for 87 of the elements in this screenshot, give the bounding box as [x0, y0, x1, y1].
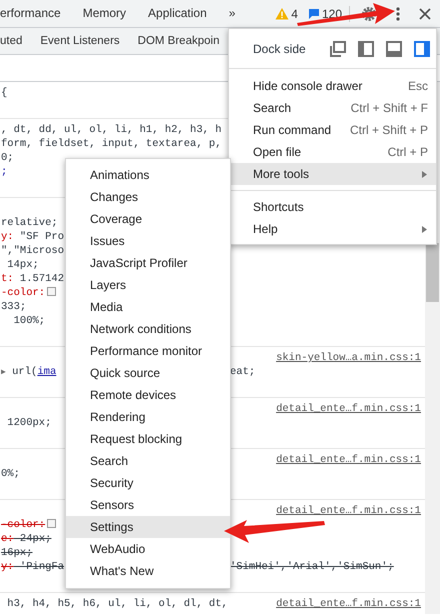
- code-text: ","Microso: [1, 245, 64, 257]
- menu-item[interactable]: Remote devices: [66, 384, 230, 406]
- shortcut-text: Esc: [408, 78, 428, 95]
- code-text: relative;: [1, 217, 58, 229]
- property-name: y:: [1, 231, 14, 243]
- menu-item[interactable]: Performance monitor: [66, 340, 230, 362]
- dock-undock-icon[interactable]: [330, 40, 346, 56]
- dock-left-icon[interactable]: [358, 40, 374, 56]
- menu-item[interactable]: Open file Ctrl + P: [229, 141, 436, 163]
- code-text: 100%;: [12, 315, 46, 327]
- code-text: 'SimHei','Arial','SimSun';: [230, 561, 394, 573]
- menu-item[interactable]: Settings: [66, 516, 230, 538]
- menu-item[interactable]: What's New: [66, 560, 230, 582]
- menu-item[interactable]: Request blocking: [66, 428, 230, 450]
- panel-tab[interactable]: Application: [137, 0, 218, 27]
- shortcut-text: Ctrl + Shift + F: [350, 100, 428, 117]
- settings-icon[interactable]: [361, 6, 377, 22]
- pane-tab[interactable]: Event Listeners: [31, 28, 129, 54]
- code-text: "SF Pro: [18, 231, 64, 243]
- shortcut-text: Ctrl + Shift + P: [350, 122, 428, 139]
- warnings-button[interactable]: 4: [272, 4, 301, 22]
- menu-item[interactable]: Run command Ctrl + Shift + P: [229, 119, 436, 141]
- code-text: ;: [1, 166, 8, 178]
- panel-tab[interactable]: erformance: [0, 0, 72, 27]
- menu-item[interactable]: More tools: [229, 163, 436, 185]
- pane-tab[interactable]: uted: [0, 28, 32, 54]
- menu-item[interactable]: Security: [66, 472, 230, 494]
- code-text: form, fieldset, input, textarea, p,: [1, 138, 222, 150]
- code-text: 16px;: [1, 547, 33, 559]
- code-text: 333;: [1, 301, 26, 313]
- property-name: e:: [1, 533, 14, 545]
- dock-bottom-icon[interactable]: [386, 40, 402, 56]
- menu-item[interactable]: Changes: [66, 186, 230, 208]
- shortcut-text: Ctrl + P: [388, 144, 428, 161]
- property-name: -color:: [1, 287, 46, 299]
- color-swatch[interactable]: [47, 519, 56, 528]
- source-link[interactable]: detail_ente…f.min.css:1: [276, 504, 425, 518]
- menu-item[interactable]: Quick source: [66, 362, 230, 384]
- property-name: y:: [1, 561, 14, 573]
- pane-tab[interactable]: DOM Breakpoin: [128, 28, 228, 54]
- property-name: t:: [1, 273, 14, 285]
- source-link[interactable]: detail_ente…f.min.css:1: [276, 597, 425, 611]
- menu-icon[interactable]: [395, 6, 401, 22]
- source-link[interactable]: skin-yellow…a.min.css:1: [276, 351, 425, 365]
- code-text: , dt, dd, ul, ol, li, h1, h2, h3, h: [1, 123, 222, 137]
- code-text: {: [1, 86, 8, 100]
- menu-item[interactable]: Layers: [66, 274, 230, 296]
- color-swatch[interactable]: [47, 287, 56, 296]
- url-link[interactable]: ima: [37, 366, 56, 378]
- menu-item[interactable]: Coverage: [66, 208, 230, 230]
- code-text: 0;: [1, 152, 14, 164]
- source-link[interactable]: detail_ente…f.min.css:1: [276, 402, 425, 416]
- dock-side-label: Dock side: [253, 40, 306, 58]
- code-text: 'PingFa: [18, 561, 64, 573]
- code-text: eat;: [230, 366, 256, 378]
- scrollbar-thumb[interactable]: [426, 243, 439, 302]
- menu-item[interactable]: Search Ctrl + Shift + F: [229, 97, 436, 119]
- code-text: h3, h4, h5, h6, ul, li, ol, dl, dt,: [6, 597, 228, 611]
- warning-icon: [275, 7, 290, 20]
- menu-item[interactable]: Issues: [66, 230, 230, 252]
- menu-item[interactable]: Hide console drawer Esc: [229, 75, 436, 97]
- menu-item[interactable]: Animations: [66, 164, 230, 186]
- menu-item[interactable]: Network conditions: [66, 318, 230, 340]
- property-name: -color:: [1, 519, 46, 531]
- menu-item[interactable]: Sensors: [66, 494, 230, 516]
- code-text: 14px;: [6, 259, 39, 271]
- menu-item[interactable]: WebAudio: [66, 538, 230, 560]
- code-text: 24px;: [18, 533, 52, 545]
- code-text: 1.57142: [18, 273, 64, 285]
- menu-item[interactable]: Help: [229, 218, 436, 240]
- more-tabs-button[interactable]: »: [218, 0, 246, 27]
- menu-item[interactable]: Shortcuts: [229, 196, 436, 218]
- panel-tab[interactable]: Memory: [72, 0, 138, 27]
- submenu-caret-icon: [421, 224, 428, 234]
- menu-item[interactable]: Search: [66, 450, 230, 472]
- code-text: 0%;: [1, 468, 20, 480]
- submenu-caret-icon: [421, 170, 428, 178]
- menu-item[interactable]: JavaScript Profiler: [66, 252, 230, 274]
- menu-item[interactable]: Media: [66, 296, 230, 318]
- source-link[interactable]: detail_ente…f.min.css:1: [276, 453, 425, 467]
- code-text: url(: [11, 366, 38, 378]
- expand-toggle[interactable]: ▶: [1, 368, 6, 377]
- message-icon: [308, 8, 320, 20]
- menu-item[interactable]: Rendering: [66, 406, 230, 428]
- dock-right-icon[interactable]: [414, 40, 430, 56]
- code-text: 1200px;: [6, 417, 52, 429]
- close-icon[interactable]: [419, 8, 431, 20]
